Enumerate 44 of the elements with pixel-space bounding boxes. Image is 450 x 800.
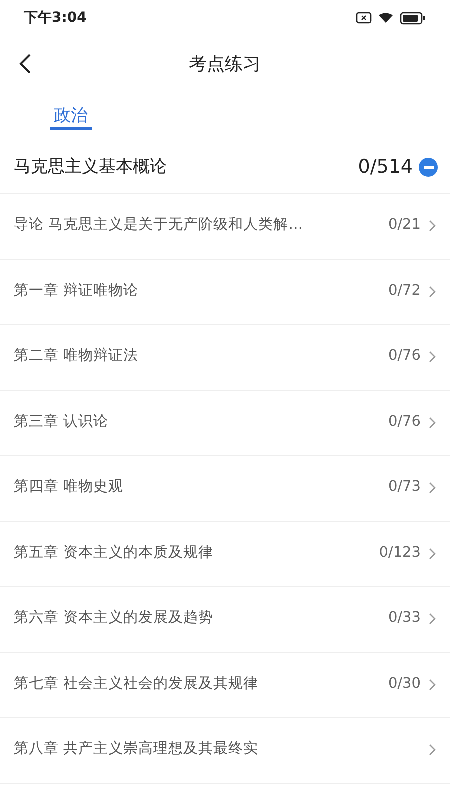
chapter-count: 0/33 [388,609,421,628]
chevron-right-icon [429,548,436,560]
chapter-row[interactable]: 第七章 社会主义社会的发展及其规律 0/30 [0,652,450,718]
chapter-row[interactable]: 第五章 资本主义的本质及规律 0/123 [0,522,450,587]
chevron-right-icon [429,416,436,429]
status-time: 下午3:04 [24,8,87,28]
chevron-right-icon [429,286,436,298]
chevron-right-icon [429,744,436,756]
chapter-count: 0/72 [388,282,421,301]
chapter-title: 第八章 共产主义崇高理想及其最终实 [14,740,259,760]
chapter-count: 0/21 [388,216,421,236]
chapter-title: 第三章 认识论 [14,412,109,432]
battery-icon [400,12,426,24]
chapter-title: 第一章 辩证唯物论 [14,282,139,301]
section-count: 0/514 [358,155,413,180]
chapter-row[interactable]: 第三章 认识论 0/76 [0,390,450,456]
chapter-title: 第七章 社会主义社会的发展及其规律 [14,674,259,694]
page-title: 考点练习 [189,52,261,76]
chapter-title: 第二章 唯物辩证法 [14,346,139,366]
chapter-row[interactable]: 第二章 唯物辩证法 0/76 [0,325,450,390]
chapter-title: 第五章 资本主义的本质及规律 [14,544,214,563]
tab[interactable]: 政治 [50,92,92,142]
chapter-row[interactable]: 第八章 共产主义崇高理想及其最终实 [0,718,450,784]
chapter-title: 第四章 唯物史观 [14,478,124,498]
chapter-count: 0/76 [388,412,421,432]
chapter-count: 0/76 [388,347,421,366]
chapter-count: 0/30 [388,674,421,694]
chapter-row[interactable]: 第一章 辩证唯物论 0/72 [0,260,450,325]
chevron-right-icon [429,351,436,364]
section-title: 马克思主义基本概论 [14,156,167,179]
wifi-icon [378,12,394,24]
chapter-count: 0/73 [388,478,421,498]
collapse-icon[interactable] [419,158,438,177]
chapter-title: 第六章 资本主义的发展及趋势 [14,608,214,628]
chapter-row[interactable]: 导论 马克思主义是关于无产阶级和人类解… 0/21 [0,194,450,260]
chevron-right-icon [429,613,436,626]
chevron-right-icon [429,220,436,232]
chapter-row[interactable]: 第六章 资本主义的发展及趋势 0/33 [0,587,450,652]
sim-icon [356,12,372,24]
chevron-right-icon [429,482,436,494]
chapter-row[interactable]: 第四章 唯物史观 0/73 [0,456,450,522]
chapter-count: 0/123 [379,544,421,563]
chapter-title: 导论 马克思主义是关于无产阶级和人类解… [14,216,304,236]
chevron-right-icon [429,678,436,691]
